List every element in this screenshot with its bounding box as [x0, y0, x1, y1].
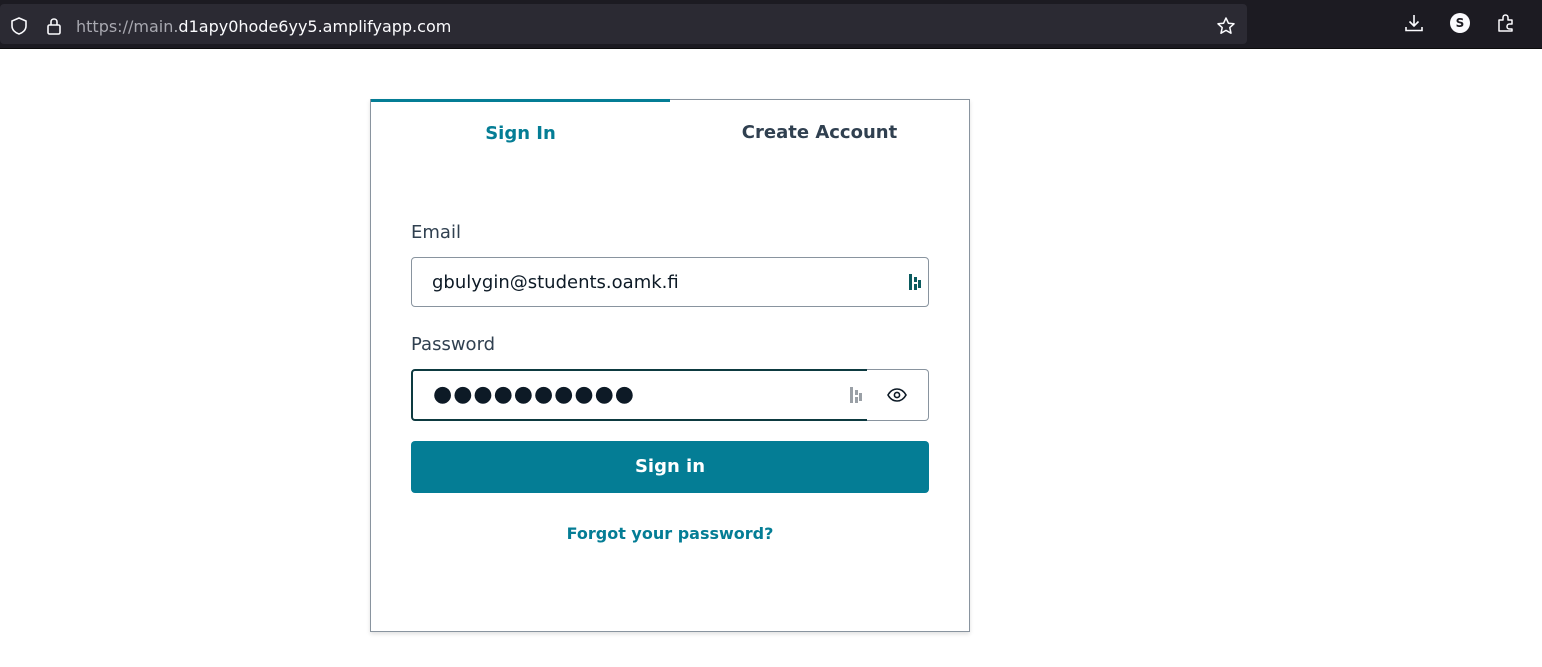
- extensions-icon[interactable]: [1495, 12, 1517, 34]
- password-value: ●●●●●●●●●●: [433, 382, 635, 407]
- tab-create-account[interactable]: Create Account: [670, 100, 969, 166]
- email-value: gbulygin@students.oamk.fi: [432, 272, 679, 293]
- password-manager-icon[interactable]: [848, 386, 864, 404]
- auth-tabs: Sign In Create Account: [371, 99, 969, 168]
- lock-icon[interactable]: [44, 16, 64, 36]
- auth-card: Sign In Create Account Email gbulygin@st…: [370, 99, 970, 632]
- profile-icon[interactable]: S: [1450, 13, 1470, 33]
- password-manager-icon[interactable]: [907, 273, 923, 291]
- email-field[interactable]: gbulygin@students.oamk.fi: [411, 257, 929, 307]
- url-text[interactable]: https://main.d1apy0hode6yy5.amplifyapp.c…: [76, 17, 451, 36]
- tab-sign-in[interactable]: Sign In: [371, 99, 670, 168]
- browser-toolbar: https://main.d1apy0hode6yy5.amplifyapp.c…: [0, 0, 1542, 49]
- url-bar[interactable]: https://main.d1apy0hode6yy5.amplifyapp.c…: [0, 4, 1247, 44]
- show-password-button[interactable]: [867, 369, 929, 421]
- download-icon[interactable]: [1403, 12, 1425, 34]
- forgot-password-link[interactable]: Forgot your password?: [371, 524, 969, 543]
- sign-in-button[interactable]: Sign in: [411, 441, 929, 493]
- shield-icon[interactable]: [9, 16, 29, 36]
- email-label: Email: [411, 222, 461, 243]
- url-host: d1apy0hode6yy5.amplifyapp.com: [178, 17, 452, 36]
- password-field[interactable]: ●●●●●●●●●●: [411, 369, 869, 421]
- star-icon[interactable]: [1216, 16, 1236, 36]
- url-prefix: https://main.: [76, 17, 179, 36]
- eye-icon: [887, 386, 907, 408]
- password-label: Password: [411, 334, 496, 355]
